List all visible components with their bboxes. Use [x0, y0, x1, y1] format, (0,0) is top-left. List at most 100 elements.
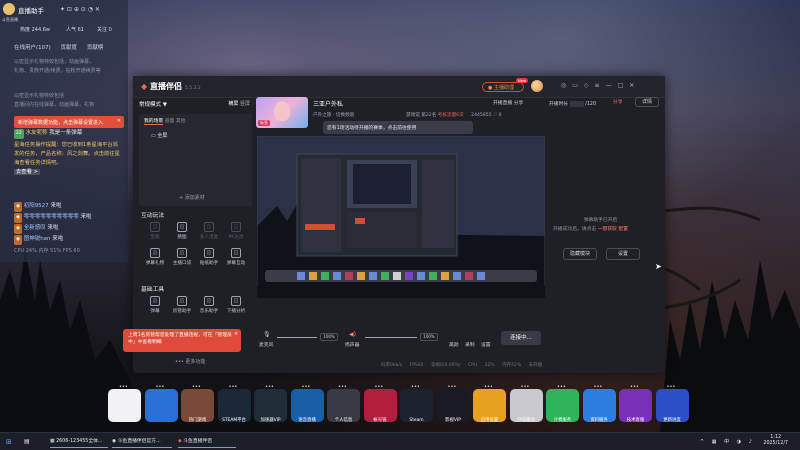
tool-vote-1[interactable]: ◫ 猜图 [170, 222, 194, 240]
dock-app-4[interactable]: ••• 加速器VIP [254, 384, 287, 423]
details-button[interactable]: 详情 [635, 97, 659, 107]
dock-dots: ••• [265, 384, 274, 390]
close-icon[interactable]: ✕ [234, 331, 238, 338]
helper-tabs[interactable]: 在线用户(107) 贡献度 贡献榜 [14, 43, 103, 51]
tool-doc-2[interactable]: ◫ 音乐助手 [197, 296, 221, 314]
one-click-link[interactable]: 一键获取 [598, 227, 617, 232]
tray-icons[interactable]: ^ ▦ 中 ◑ ♪ [700, 436, 755, 448]
chat-icon[interactable]: ▭ [572, 82, 584, 89]
audio-controls: 🎙 麦克风 100% ◀) 扬声器 100% 美颜 录制 设置 [257, 328, 657, 354]
download-icon: ◫ [150, 248, 160, 258]
menu-icon[interactable]: ≡ [595, 82, 606, 89]
settings-button[interactable]: 设置 [481, 341, 491, 348]
tool-download-7[interactable]: ◫ 弹幕互动 [224, 248, 248, 266]
dock-app-11[interactable]: ••• 外设驱动 [509, 384, 543, 423]
task-link[interactable]: 去查看 > [14, 169, 41, 175]
new-tag: New [516, 78, 529, 83]
taskbar-item-browser[interactable]: ◉ 斗鱼直播伴侣官方... [112, 436, 172, 448]
pk-icon: ◫ [231, 222, 241, 232]
tool-label: 房管助手 [172, 309, 192, 314]
dock-app-1[interactable]: ••• [144, 384, 178, 422]
dock-app-2[interactable]: ••• 热门游戏 [181, 384, 214, 423]
dock-label: 加速器VIP [260, 418, 281, 423]
dock-app-15[interactable]: ••• 更新进度 [655, 384, 689, 423]
more-functions-button[interactable]: ••• 更多功能 [175, 358, 205, 365]
stream-cover[interactable]: 标签 [256, 97, 308, 128]
hide-module-button[interactable]: 隐藏模块 [563, 248, 597, 260]
taskbar-item-live-companion[interactable]: ◆ 斗鱼直播伴侣 [178, 436, 236, 448]
helper-window-icons[interactable]: ✦ ⊡ ⊕ ⊙ ◔ ✕ [60, 6, 100, 13]
tool-label: 贴纸助手 [199, 261, 219, 266]
scene-tabs[interactable]: 我的场景 画面 其他 [144, 117, 185, 125]
tool-label: 宝箱 [150, 235, 160, 240]
tool-download-6[interactable]: ◫ 贴纸助手 [197, 248, 221, 266]
window-controls[interactable]: ◎▭◇≡—□✕ [561, 82, 640, 89]
start-live-button[interactable]: 连接中... [501, 331, 541, 345]
headset-icon[interactable]: ◎ [561, 82, 572, 89]
mic-slider[interactable] [277, 337, 317, 338]
dock-app-14[interactable]: ••• 技术客服 [619, 384, 652, 423]
tool-team-2[interactable]: ◫ 多人连麦 [197, 222, 221, 240]
interact-grid: ◫ 宝箱 ◫ 猜图 ◫ 多人连麦 ◫ PK对战 ◫ 弹幕礼物 ◫ 主播口袋 ◫ 贴纸助手 ◫ 弹幕互动 [139, 222, 252, 280]
live-companion-window: ◆ 直播伴侣 5.5.3.2 ● 主播助理 New ◎▭◇≡—□✕ 常规模式 ▼ … [123, 76, 665, 373]
task-reminder: 星海任务操作提醒：您已收到1条星海平台派发的任务，产品名称：风之剑舞。点击前往星… [14, 142, 120, 175]
add-source-button[interactable]: + 添加素材 [179, 194, 205, 201]
dock-dots: ••• [520, 384, 530, 390]
widgets-icon[interactable]: ▤ [24, 436, 30, 448]
live-duration: 开播时长 /120 [549, 100, 597, 107]
system-clock[interactable]: 1:12 2025/12/7 [763, 435, 788, 447]
dock-label: 个人信息 [334, 418, 353, 423]
status-bar: 码率0kb/s FPS60 丢帧0(0.00%) CPU 22% 内存42% 未… [381, 363, 543, 368]
dock-app-10[interactable]: ••• 应用设置 [473, 384, 506, 423]
tool-doc-1[interactable]: ◫ 房管助手 [170, 296, 194, 314]
speaker-icon[interactable]: ◀) [349, 331, 356, 338]
dock-label: 影视VIP [445, 418, 461, 423]
dock-app-8[interactable]: ••• Steam [400, 384, 433, 423]
team-icon: ◫ [204, 222, 214, 232]
tool-download-3[interactable]: ◫ 下播分析 [224, 296, 248, 314]
taskbar-item-excel[interactable]: ▦ 2606-123455全体... [50, 436, 108, 448]
share-button[interactable]: 分享 [613, 98, 623, 105]
tool-download-5[interactable]: ◫ 主播口袋 [170, 248, 194, 266]
mic-icon[interactable]: 🎙 [263, 331, 271, 338]
dock-app-6[interactable]: ••• 个人信息 [327, 384, 360, 423]
settings-button[interactable]: 设置 [606, 248, 640, 260]
dock-app-0[interactable]: ••• [108, 384, 141, 422]
host-assistant-button[interactable]: ● 主播助理 [482, 82, 524, 92]
close-icon[interactable]: ✕ [629, 82, 640, 89]
category-row[interactable]: 户外之旅 · 切换频道 [313, 112, 354, 118]
tool-doc-0[interactable]: ◫ 弹幕 [143, 296, 167, 314]
stream-actions[interactable]: 开播直播 分享 [493, 99, 523, 106]
helper-avatar [3, 3, 15, 15]
tool-label: 弹幕礼物 [145, 261, 165, 266]
scene-item[interactable]: ▭ 全屏 [151, 132, 167, 139]
helper-notice[interactable]: 新增弹幕数据功能，点击弹幕设置进入 ✕ [14, 116, 124, 128]
tool-pk-3[interactable]: ◫ PK对战 [224, 222, 248, 240]
download-icon: ◫ [177, 248, 187, 258]
tool-label: PK对战 [228, 235, 244, 240]
event-popover[interactable]: 您有1场活动待开播的赛季，点击前往使用 [323, 121, 473, 134]
dock-app-5[interactable]: ••• 语音直播 [290, 384, 324, 423]
stream-title[interactable]: 三亚户外私 [313, 99, 343, 108]
dock-app-13[interactable]: ••• 资料服务 [582, 384, 616, 423]
user-avatar[interactable] [531, 80, 543, 92]
record-button[interactable]: 录制 [465, 341, 475, 348]
close-icon[interactable]: ✕ [117, 118, 121, 124]
dock-app-9[interactable]: ••• 影视VIP [436, 384, 470, 423]
minimize-icon[interactable]: — [606, 82, 618, 89]
dock-app-7[interactable]: ••• 帐号链 [363, 384, 397, 423]
start-icon[interactable]: ⊞ [6, 436, 12, 448]
helper-stats: 热度 244.6w 人气 61 关注 0 [20, 27, 112, 33]
tool-box-0[interactable]: ◫ 宝箱 [143, 222, 167, 240]
tool-download-4[interactable]: ◫ 弹幕礼物 [143, 248, 167, 266]
speaker-slider[interactable] [365, 337, 417, 338]
maximize-icon[interactable]: □ [618, 82, 630, 89]
dock-app-12[interactable]: ••• 计费服务 [546, 384, 579, 423]
beauty-button[interactable]: 美颜 [449, 341, 459, 348]
dock-app-3[interactable]: ••• STEAM平台 [217, 384, 251, 423]
dock-label: 帐号链 [373, 418, 387, 423]
mode-selector[interactable]: 常规模式 ▼ 横屏 竖屏 [139, 100, 252, 110]
dock-dots: ••• [228, 384, 238, 390]
admin-tip[interactable]: 上周1名房管帮您处理了直播违规，可在「管理员中」中查看明细 ✕ [123, 329, 241, 352]
bell-icon[interactable]: ◇ [584, 82, 595, 89]
